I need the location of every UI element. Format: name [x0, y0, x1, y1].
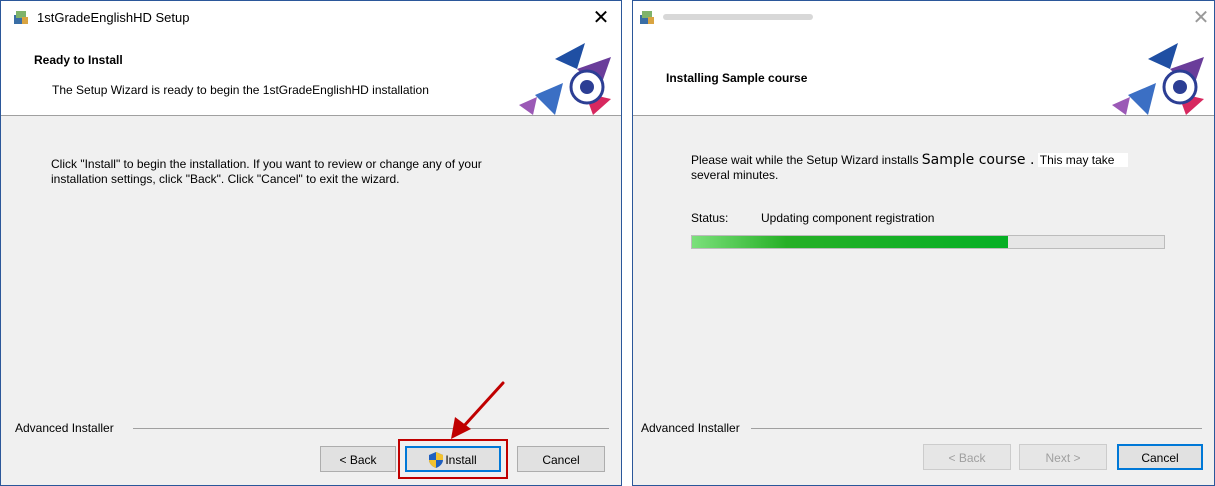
- uac-shield-icon: [429, 451, 444, 468]
- installer-icon: [14, 11, 28, 24]
- advanced-installer-label: Advanced Installer: [641, 421, 740, 435]
- page-heading: Ready to Install: [34, 53, 123, 67]
- page-subheading: The Setup Wizard is ready to begin the 1…: [52, 83, 429, 97]
- cancel-button[interactable]: Cancel: [517, 446, 605, 472]
- banner-logo-icon: [1112, 43, 1204, 115]
- cancel-button[interactable]: Cancel: [1117, 444, 1203, 470]
- install-button[interactable]: Install: [405, 446, 501, 472]
- setup-window-installing: ✕ Installing Sample course Please wait w…: [632, 0, 1215, 486]
- instructions-line2: installation settings, click "Back". Cli…: [51, 172, 400, 186]
- banner: Installing Sample course: [633, 35, 1214, 116]
- status-label: Status:: [691, 211, 729, 225]
- footer-divider: [751, 428, 1202, 429]
- setup-window-ready: 1stGradeEnglishHD Setup ✕ Ready to Insta…: [0, 0, 622, 486]
- window-title-obscured: [663, 14, 813, 20]
- title-bar: 1stGradeEnglishHD Setup ✕: [1, 1, 621, 35]
- close-icon: ✕: [1192, 7, 1210, 29]
- wait-message-line2: several minutes.: [691, 168, 779, 182]
- instructions: Click "Install" to begin the installatio…: [51, 157, 482, 187]
- window-title: 1stGradeEnglishHD Setup: [37, 10, 190, 25]
- footer-divider: [133, 428, 609, 429]
- banner: Ready to Install The Setup Wizard is rea…: [1, 35, 621, 116]
- title-bar: ✕: [633, 1, 1214, 35]
- status-value: Updating component registration: [761, 211, 935, 225]
- wait-message: Please wait while the Setup Wizard insta…: [691, 152, 1129, 183]
- page-heading: Installing Sample course: [666, 71, 808, 85]
- banner-logo-icon: [519, 43, 611, 115]
- installer-icon: [640, 11, 654, 24]
- close-icon[interactable]: ✕: [589, 6, 613, 30]
- progress-bar: [691, 235, 1165, 249]
- instructions-line1: Click "Install" to begin the installatio…: [51, 157, 482, 171]
- back-button[interactable]: < Back: [320, 446, 396, 472]
- progress-fill: [692, 236, 1009, 248]
- wait-message-line1: Please wait while the Setup Wizard insta…: [691, 152, 1129, 168]
- advanced-installer-label: Advanced Installer: [15, 421, 114, 435]
- next-button: Next >: [1019, 444, 1107, 470]
- back-button: < Back: [923, 444, 1011, 470]
- red-arrow-annotation: [451, 381, 505, 439]
- product-name: Sample course .: [921, 152, 1035, 168]
